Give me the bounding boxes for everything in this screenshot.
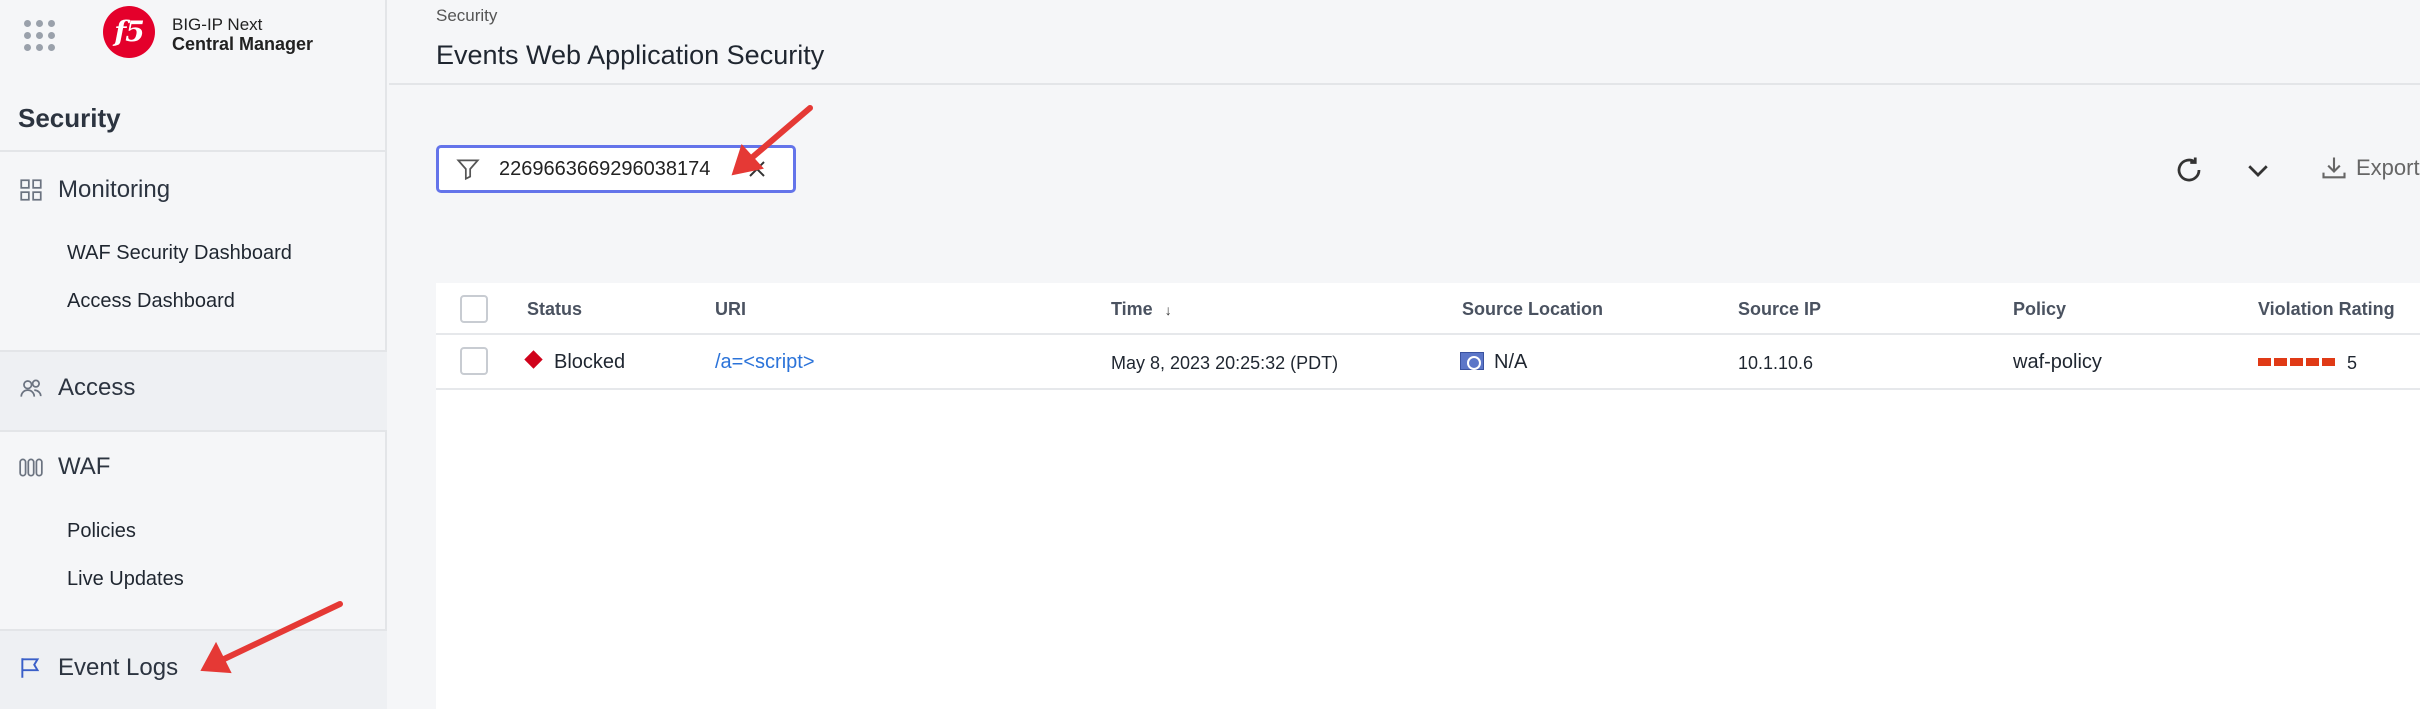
time-cell: May 8, 2023 20:25:32 (PDT) [1111,353,1339,373]
column-header-violation-rating[interactable]: Violation Rating [2258,299,2395,320]
divider [0,629,387,631]
select-all-checkbox[interactable] [460,295,488,323]
rating-bars-icon [2258,358,2335,366]
sidebar-item-label: Access [58,374,136,401]
source-location-cell: N/A [1460,351,1527,374]
export-label: Export [2356,155,2420,180]
download-icon [2322,157,2346,179]
export-button[interactable]: Export [2320,154,2420,182]
f5-logo[interactable]: f5 [103,6,155,58]
divider [0,150,387,152]
violation-rating-cell: 5 [2258,353,2357,374]
brand-product: BIG-IP Next [172,15,263,34]
column-header-status[interactable]: Status [527,299,582,320]
filter-icon [456,159,480,181]
column-header-source-location[interactable]: Source Location [1462,299,1603,320]
sidebar-item-label: Event Logs [58,654,179,681]
table-row[interactable]: Blocked /a=<script> May 8, 2023 20:25:32… [436,335,2420,390]
chevron-down-icon[interactable] [2243,155,2273,185]
app-launcher-icon[interactable] [24,20,56,52]
violation-rating-value: 5 [2347,353,2358,373]
column-header-source-ip[interactable]: Source IP [1738,299,1821,320]
blocked-status-icon [524,350,543,369]
status-cell: Blocked [524,350,626,374]
sidebar-section-title: Security [18,103,121,133]
policy-cell: waf-policy [2013,351,2102,373]
uri-link[interactable]: /a=<script> [715,351,815,373]
column-header-label: Time [1111,299,1153,319]
page-title: Events Web Application Security [436,40,825,70]
sidebar-item-waf[interactable]: WAF [18,453,110,481]
events-table: Status URI Time ↓ Source Location Source … [436,283,2420,709]
sidebar: f5 BIG-IP Next Central Manager Security … [0,0,387,709]
flag-icon [21,658,40,678]
sidebar-item-waf-security-dashboard[interactable]: WAF Security Dashboard [67,242,292,265]
sidebar-item-access-dashboard[interactable]: Access Dashboard [67,290,235,313]
grid-icon [20,179,42,201]
waf-icon [19,458,43,477]
breadcrumb[interactable]: Security [436,6,497,26]
sidebar-item-live-updates[interactable]: Live Updates [67,568,184,591]
close-icon[interactable] [745,157,769,181]
divider [0,430,387,432]
sidebar-item-access[interactable]: Access [18,374,135,402]
sidebar-item-monitoring[interactable]: Monitoring [18,176,170,204]
column-header-time[interactable]: Time ↓ [1111,299,1172,320]
table-header: Status URI Time ↓ Source Location Source … [436,283,2420,335]
row-checkbox[interactable] [460,347,488,375]
sidebar-item-policies[interactable]: Policies [67,520,136,543]
sidebar-item-label: Monitoring [58,176,171,203]
uri-cell: /a=<script> [715,351,815,374]
column-header-policy[interactable]: Policy [2013,299,2066,320]
sidebar-item-label: WAF [58,453,111,480]
sort-down-icon: ↓ [1164,302,1172,318]
status-text: Blocked [554,351,626,373]
source-location-text: N/A [1494,351,1528,373]
filter-box[interactable] [436,145,796,193]
refresh-icon[interactable] [2174,155,2204,185]
users-icon [20,379,42,397]
sidebar-item-event-logs[interactable]: Event Logs [18,654,178,682]
source-ip-cell: 10.1.10.6 [1738,353,1814,373]
filter-input[interactable] [499,157,739,181]
header-divider [389,83,2420,85]
divider [0,350,387,352]
brand-name: Central Manager [172,34,314,54]
brand-header: f5 BIG-IP Next Central Manager [0,0,387,70]
column-header-uri[interactable]: URI [715,299,746,320]
unknown-location-flag-icon [1460,352,1484,370]
